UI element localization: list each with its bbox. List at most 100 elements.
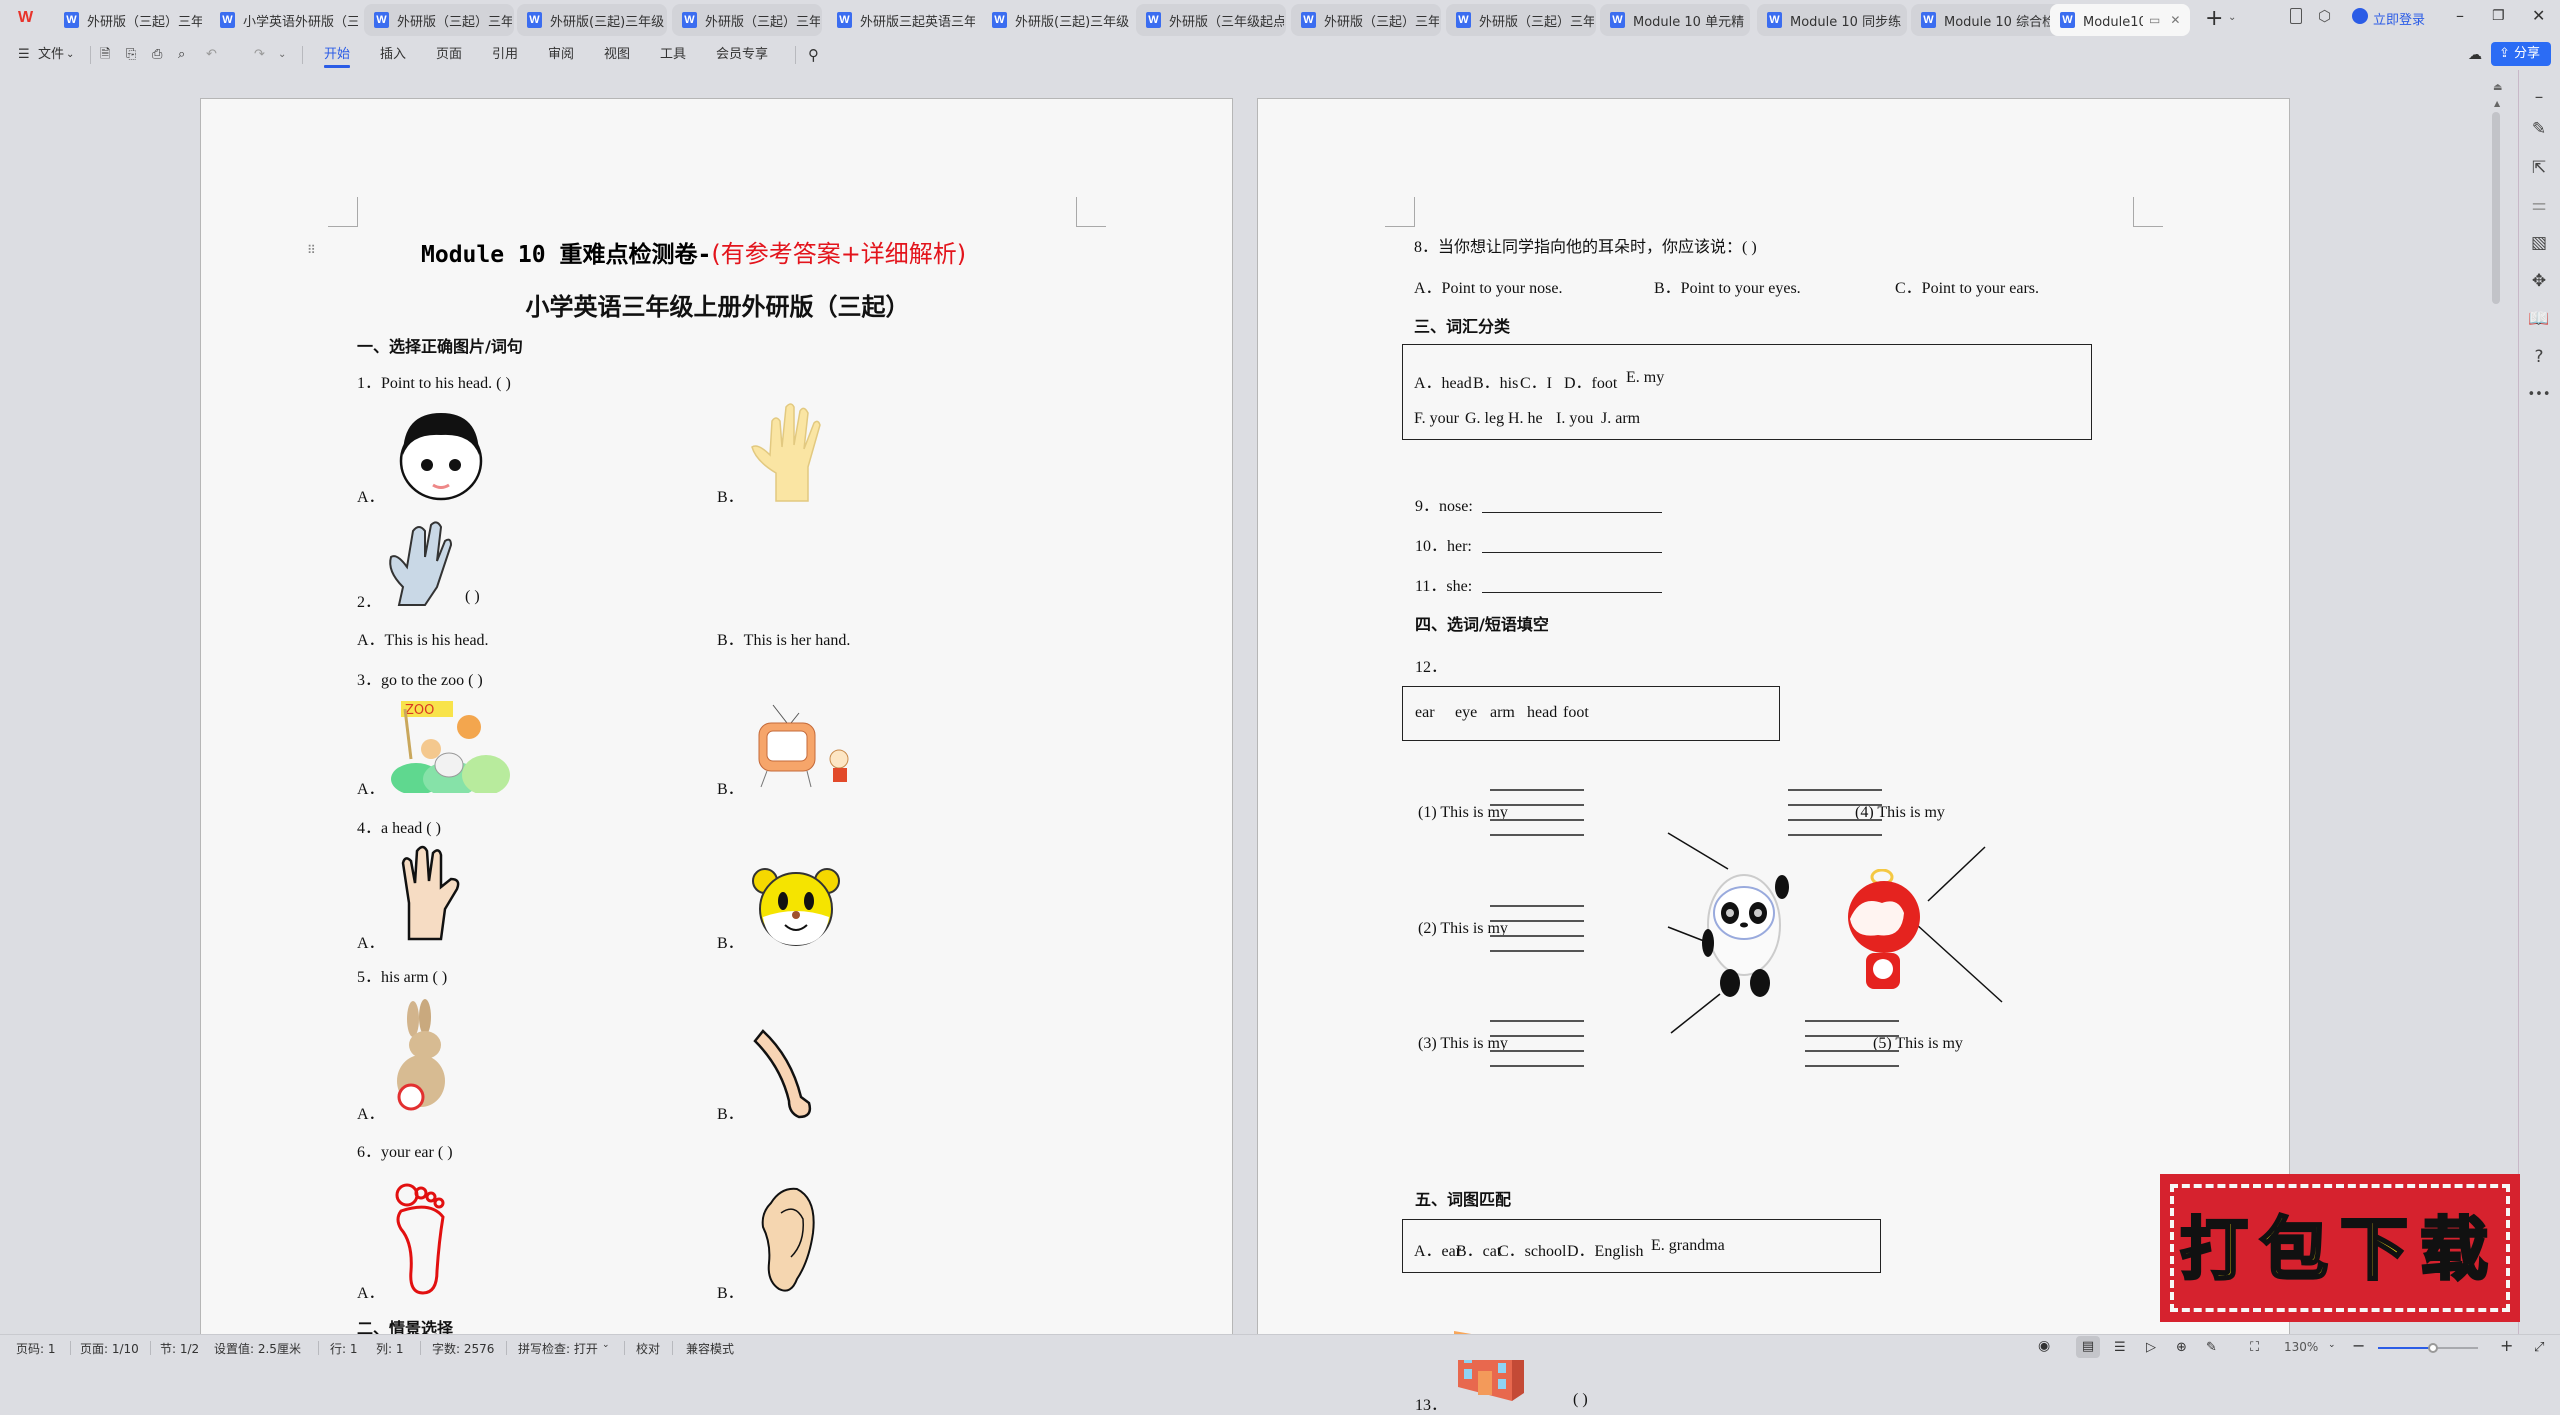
menu-tab[interactable]: 引用: [492, 44, 518, 66]
play-icon[interactable]: ▷: [2146, 1340, 2156, 1355]
minimize-button[interactable]: –: [2456, 6, 2464, 25]
menu-tab[interactable]: 审阅: [548, 44, 574, 66]
tab-monitor-icon[interactable]: ▭: [2149, 13, 2160, 27]
tab-active[interactable]: W Module10重 ▭ ✕: [2050, 4, 2190, 36]
tab[interactable]: W Module 10 同步练: [1757, 4, 1907, 36]
menu-tab[interactable]: 工具: [660, 44, 686, 66]
collapse-icon[interactable]: –: [2524, 84, 2554, 110]
print-icon[interactable]: ⎙: [152, 44, 162, 66]
document-page-2[interactable]: 8．当你想让同学指向他的耳朵时，你应该说：( ) A．Point to your…: [1257, 98, 2290, 1414]
answer-line[interactable]: [1490, 950, 1584, 952]
menu-tab[interactable]: 视图: [604, 44, 630, 66]
wps-logo-icon[interactable]: W: [18, 9, 33, 27]
zoom-chevron-icon[interactable]: ⌄: [2328, 1340, 2336, 1350]
zoom-slider[interactable]: [2378, 1343, 2478, 1353]
user-avatar-icon[interactable]: [2352, 8, 2368, 24]
tab[interactable]: W 外研版（三年级起点: [1136, 4, 1286, 36]
file-chevron-icon[interactable]: ⌄: [66, 44, 74, 66]
fullscreen-icon[interactable]: ⤢: [2534, 1340, 2544, 1355]
tab[interactable]: W 外研版（三起）三年: [672, 4, 822, 36]
status-proofread[interactable]: 校对: [636, 1340, 660, 1357]
cube-icon[interactable]: ⬡: [2318, 7, 2331, 25]
status-spell-check[interactable]: 拼写检查: 打开: [518, 1340, 598, 1357]
vertical-scrollbar[interactable]: [2492, 112, 2500, 304]
eye-protection-icon[interactable]: ✎: [2206, 1340, 2217, 1355]
zoom-in-button[interactable]: +: [2500, 1336, 2513, 1355]
page-view-icon[interactable]: ▤: [2076, 1336, 2100, 1358]
select-cursor-icon[interactable]: ⇱: [2524, 155, 2554, 181]
answer-line[interactable]: [1805, 1035, 1899, 1037]
tab[interactable]: W 外研版(三起)三年级: [982, 4, 1132, 36]
drag-handle-icon[interactable]: ⠿: [307, 243, 316, 257]
web-view-icon[interactable]: ⊕: [2176, 1340, 2187, 1355]
login-link[interactable]: 立即登录: [2373, 9, 2425, 28]
cloud-icon[interactable]: ☁: [2468, 44, 2482, 66]
status-column[interactable]: 列: 1: [376, 1340, 404, 1357]
answer-line[interactable]: [1490, 834, 1584, 836]
zoom-level[interactable]: 130%: [2284, 1340, 2318, 1354]
tools-icon[interactable]: ✥: [2524, 268, 2554, 294]
answer-line[interactable]: [1788, 789, 1882, 791]
menu-icon[interactable]: ☰: [18, 44, 30, 66]
answer-line[interactable]: [1788, 804, 1882, 806]
answer-line[interactable]: [1490, 789, 1584, 791]
document-page-1[interactable]: ⠿ Module 10 重难点检测卷-(有参考答案+详细解析) 小学英语三年级上…: [200, 98, 1233, 1338]
tab[interactable]: W 外研版三起英语三年: [827, 4, 977, 36]
pen-icon[interactable]: ✎: [2524, 116, 2554, 142]
status-compat-mode[interactable]: 兼容模式: [686, 1340, 734, 1357]
more-icon[interactable]: •••: [2524, 382, 2554, 408]
tab[interactable]: W Module 10 综合检: [1911, 4, 2061, 36]
menu-tab[interactable]: 页面: [436, 44, 462, 66]
answer-line[interactable]: [1490, 819, 1584, 821]
status-setting[interactable]: 设置值: 2.5厘米: [214, 1340, 301, 1357]
link-icon[interactable]: ⎘: [126, 44, 136, 66]
image-tool-icon[interactable]: ▧: [2524, 230, 2554, 256]
redo-icon[interactable]: ↷: [254, 44, 265, 66]
device-icon[interactable]: [2290, 8, 2302, 24]
close-window-button[interactable]: ✕: [2532, 6, 2545, 25]
status-word-count[interactable]: 字数: 2576: [432, 1340, 494, 1357]
tab[interactable]: W 小学英语外研版（三: [210, 4, 360, 36]
answer-line[interactable]: [1490, 804, 1584, 806]
answer-line[interactable]: [1805, 1050, 1899, 1052]
tab[interactable]: W 外研版（三起）三年: [1291, 4, 1441, 36]
answer-line[interactable]: [1805, 1065, 1899, 1067]
answer-line[interactable]: [1490, 920, 1584, 922]
tab[interactable]: W Module 10 单元精: [1600, 4, 1750, 36]
close-tab-icon[interactable]: ✕: [2170, 13, 2180, 27]
new-tab-button[interactable]: +: [2205, 6, 2223, 31]
answer-line[interactable]: [1490, 1020, 1584, 1022]
spell-check-chevron-icon[interactable]: ⌄: [602, 1340, 610, 1350]
search-icon[interactable]: ⚲: [808, 44, 819, 66]
answer-line[interactable]: [1490, 1035, 1584, 1037]
status-row[interactable]: 行: 1: [330, 1340, 358, 1357]
answer-line[interactable]: [1482, 592, 1662, 593]
answer-line[interactable]: [1490, 935, 1584, 937]
file-menu[interactable]: 文件: [38, 44, 64, 66]
undo-icon[interactable]: ↶: [206, 44, 217, 66]
download-pack-stamp[interactable]: 打包下载: [2160, 1174, 2520, 1322]
status-section[interactable]: 节: 1/2: [160, 1340, 199, 1357]
print-preview-icon[interactable]: ⌕: [178, 44, 185, 66]
adjust-sliders-icon[interactable]: ⚌: [2524, 192, 2554, 218]
outline-view-icon[interactable]: ☰: [2114, 1340, 2126, 1355]
scroll-to-top-icon[interactable]: ⏏: [2493, 82, 2502, 93]
menu-tab[interactable]: 会员专享: [716, 44, 768, 66]
answer-line[interactable]: [1482, 552, 1662, 553]
status-pages[interactable]: 页面: 1/10: [80, 1340, 139, 1357]
zoom-slider-handle[interactable]: [2428, 1343, 2438, 1353]
tab[interactable]: W 外研版（三起）三年: [1446, 4, 1596, 36]
status-page-number[interactable]: 页码: 1: [16, 1340, 56, 1357]
book-search-icon[interactable]: 📖: [2524, 306, 2554, 332]
answer-line[interactable]: [1490, 1065, 1584, 1067]
menu-tab[interactable]: 开始: [324, 44, 350, 66]
save-icon[interactable]: 🗎: [100, 44, 110, 66]
answer-line[interactable]: [1490, 905, 1584, 907]
help-icon[interactable]: ?: [2524, 344, 2554, 370]
answer-line[interactable]: [1490, 1050, 1584, 1052]
more-chevron-icon[interactable]: ⌄: [278, 44, 286, 66]
share-button[interactable]: ⇪ 分享: [2491, 42, 2551, 66]
tab[interactable]: W 外研版(三起)三年级: [517, 4, 667, 36]
answer-line[interactable]: [1788, 819, 1882, 821]
restore-button[interactable]: ❐: [2492, 8, 2505, 24]
